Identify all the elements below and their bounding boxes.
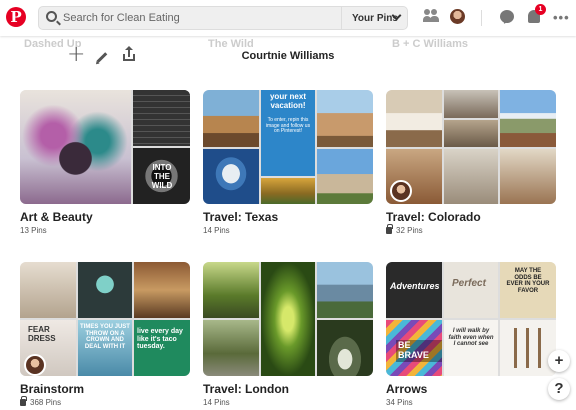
board-card[interactable]: Adventures Perfect MAY THE ODDS BE EVER … (386, 262, 556, 407)
pin-count: 13 Pins (20, 226, 47, 235)
lock-icon (386, 224, 393, 234)
perfect-print-image: Perfect (444, 262, 498, 318)
lock-icon (20, 396, 27, 406)
board-card[interactable]: FEAR DRESS TIMES YOU JUST THROW ON A CRO… (20, 262, 190, 407)
board-title: Travel: Colorado (386, 210, 481, 224)
adventures-print-image: Adventures (386, 262, 442, 318)
gadget-image (78, 262, 132, 318)
board-cover[interactable] (203, 262, 373, 376)
collaborator-avatar (24, 354, 46, 376)
your-pins-dropdown[interactable]: Your Pins (341, 7, 407, 29)
lake-image (317, 262, 373, 318)
board-card[interactable]: INTO THE WILD Art & Beauty 13 Pins (20, 90, 190, 235)
fear-text: FEAR DRESS (28, 325, 56, 343)
add-pin-button[interactable]: + (548, 350, 570, 372)
enter-text: To enter, repin this image and follow us… (265, 117, 311, 134)
board-cover[interactable]: INTO THE WILD (20, 90, 190, 204)
room-image (444, 120, 498, 147)
board-cover[interactable] (386, 90, 556, 204)
board-cover[interactable]: Adventures Perfect MAY THE ODDS BE EVER … (386, 262, 556, 376)
pin-count: 34 Pins (386, 398, 413, 407)
art-image (20, 90, 131, 204)
tunnel-image (261, 262, 315, 376)
pin-count: 368 Pins (20, 396, 190, 407)
living-room-image (444, 90, 498, 118)
crown-text: TIMES YOU JUST THROW ON A CROWN AND DEAL… (80, 324, 130, 350)
people-icon[interactable] (423, 9, 439, 23)
texas-building-image (203, 90, 259, 147)
crown-quote-image: TIMES YOU JUST THROW ON A CROWN AND DEAL… (78, 320, 132, 376)
faith-text: I will walk by faith even when I cannot … (448, 328, 494, 348)
garden-image (203, 262, 259, 318)
historic-hotel-image (317, 90, 373, 147)
bw-art-image: INTO THE WILD (133, 148, 190, 204)
top-bar: P Your Pins 1 ••• (0, 0, 576, 36)
autumn-image (261, 178, 315, 204)
archway-image (317, 320, 373, 376)
divider (481, 10, 482, 26)
board-card[interactable]: Travel: Colorado 32 Pins (386, 90, 556, 235)
ghost-board-title: The Wild (208, 38, 254, 50)
pin-count: 14 Pins (203, 398, 230, 407)
taco-text: live every day like it's taco tuesday. (137, 328, 183, 351)
board-title: Brainstorm (20, 382, 85, 396)
bathroom-image (444, 149, 498, 204)
taco-quote-image: live every day like it's taco tuesday. (134, 320, 190, 376)
vacation-ad-image: your next vacation! To enter, repin this… (261, 90, 315, 176)
board-title: Travel: Texas (203, 210, 279, 224)
water-tower-image (203, 149, 259, 204)
chevron-print-image: BE BRAVE (386, 320, 442, 376)
be-brave-text: BE BRAVE (396, 340, 442, 362)
board-card[interactable]: Travel: London 14 Pins (203, 262, 373, 407)
dining-image (500, 149, 556, 204)
mission-ruins-image (317, 149, 373, 204)
board-card[interactable]: your next vacation! To enter, repin this… (203, 90, 373, 235)
profile-name: Courtnie Williams (241, 50, 335, 62)
board-cover[interactable]: your next vacation! To enter, repin this… (203, 90, 373, 204)
workbench-image (134, 262, 190, 318)
board-cover[interactable]: FEAR DRESS TIMES YOU JUST THROW ON A CRO… (20, 262, 190, 376)
pin-count: 14 Pins (203, 226, 230, 235)
bedroom-image (386, 90, 442, 147)
adventures-text: Adventures (390, 281, 440, 291)
odds-text: MAY THE ODDS BE EVER IN YOUR FAVOR (506, 268, 550, 294)
walk-by-faith-image: I will walk by faith even when I cannot … (444, 320, 498, 376)
messages-icon[interactable] (500, 10, 514, 23)
search-box[interactable]: Your Pins (38, 6, 408, 30)
search-input[interactable] (63, 10, 313, 26)
pinterest-logo-icon[interactable]: P (6, 7, 26, 27)
vacation-text: your next vacation! (269, 92, 306, 110)
board-title: Art & Beauty (20, 210, 93, 224)
interior-image (20, 262, 76, 318)
board-title: Arrows (386, 382, 428, 396)
more-options-icon[interactable]: ••• (553, 10, 570, 25)
board-title: Travel: London (203, 382, 290, 396)
mountain-deck-image (500, 90, 556, 147)
profile-avatar[interactable] (450, 9, 465, 24)
arrow-crafts-image (500, 320, 556, 376)
into-the-wild-text: INTO THE WILD (151, 163, 173, 190)
ghost-board-title: B + C Williams (392, 38, 469, 50)
path-image (203, 320, 259, 376)
help-button[interactable]: ? (548, 378, 570, 400)
collaborator-avatar (390, 180, 412, 202)
search-icon (46, 11, 57, 22)
notification-badge: 1 (535, 4, 546, 15)
odds-print-image: MAY THE ODDS BE EVER IN YOUR FAVOR (500, 262, 556, 318)
perfect-text: Perfect (452, 278, 486, 289)
pin-count: 32 Pins (386, 224, 556, 235)
typography-image (133, 90, 190, 146)
